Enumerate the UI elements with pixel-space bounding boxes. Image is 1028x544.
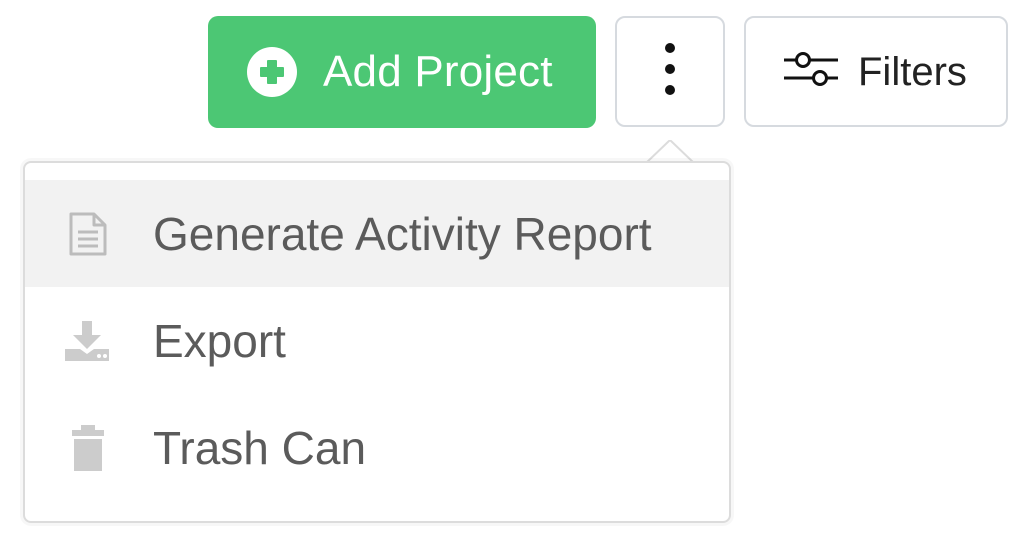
filters-label: Filters	[858, 49, 967, 94]
filters-button[interactable]: Filters	[744, 16, 1008, 127]
menu-item-generate-activity-report[interactable]: Generate Activity Report	[25, 180, 729, 287]
menu-list: Generate Activity Report Export Trash Ca…	[25, 180, 729, 501]
trash-icon	[23, 424, 153, 471]
menu-item-trash-can[interactable]: Trash Can	[25, 394, 729, 501]
sliders-icon	[782, 49, 840, 94]
toolbar-area: Add Project Filters Generate Activity Re…	[0, 0, 1028, 544]
plus-circle-icon	[246, 46, 298, 98]
menu-item-export[interactable]: Export	[25, 287, 729, 394]
add-project-label: Add Project	[323, 47, 553, 96]
more-options-menu: Generate Activity Report Export Trash Ca…	[23, 161, 731, 523]
menu-item-label: Export	[153, 314, 286, 367]
vertical-ellipsis-icon	[664, 39, 676, 104]
download-icon	[23, 320, 153, 361]
document-icon	[23, 211, 153, 257]
more-options-button[interactable]	[615, 16, 725, 127]
add-project-button[interactable]: Add Project	[208, 16, 596, 128]
menu-item-label: Generate Activity Report	[153, 207, 652, 260]
menu-item-label: Trash Can	[153, 421, 367, 474]
